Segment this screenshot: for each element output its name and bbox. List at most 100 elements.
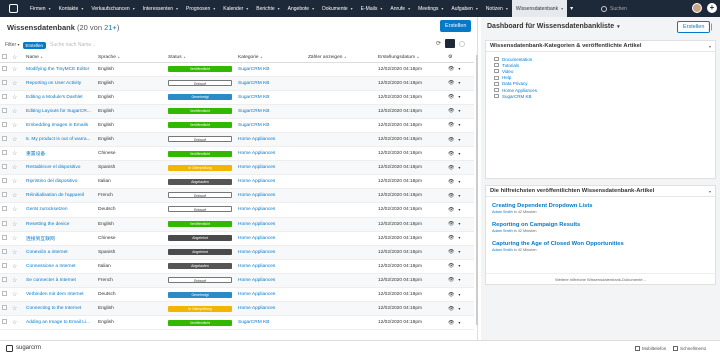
row-checkbox[interactable] <box>2 276 7 282</box>
nav-item[interactable]: E-Mails ▾ <box>357 0 387 17</box>
column-settings-icon[interactable]: ⚙ <box>446 53 474 63</box>
article-title-link[interactable]: Capturing the Age of Closed Won Opportun… <box>492 241 715 247</box>
table-row[interactable]: ☆ Restablecer el dispositivo Spanish In Übe… <box>0 160 474 176</box>
category-link[interactable]: SugarCRM KB <box>238 109 269 114</box>
category-link[interactable]: SugarCRM KB <box>238 67 269 72</box>
chevron-down-icon[interactable]: ▾ <box>561 6 563 11</box>
table-row[interactable]: ☆ 重置设备 Chinese Veröffentlicht Home Appliance… <box>0 146 474 162</box>
category-link[interactable]: Home Appliances <box>238 278 275 283</box>
chevron-down-icon[interactable]: ▾ <box>312 6 314 11</box>
category-link[interactable]: Home Appliances <box>238 137 275 142</box>
column-name[interactable]: Name ▴ <box>24 53 96 63</box>
row-checkbox[interactable] <box>2 291 7 297</box>
dashboard-title[interactable]: Dashboard für Wissensdatenbankliste ▾ <box>487 23 620 30</box>
favorite-star-icon[interactable]: ☆ <box>12 137 17 143</box>
chevron-down-icon[interactable]: ▾ <box>278 6 280 11</box>
row-actions-chevron-icon[interactable]: ▾ <box>458 179 460 184</box>
favorite-star-icon[interactable]: ☆ <box>12 151 17 157</box>
row-actions-chevron-icon[interactable]: ▾ <box>458 207 460 212</box>
table-row[interactable]: ☆ Adding an Image to Email Li... English Ve… <box>0 315 474 331</box>
row-actions-chevron-icon[interactable]: ▾ <box>458 151 460 156</box>
table-row[interactable]: ☆ Reporting on User Activity English Entwur… <box>0 76 474 91</box>
table-row[interactable]: ☆ Se connecter à Internet French Entwurf Hom… <box>0 273 474 289</box>
dashlet-menu-icon[interactable]: ▾ <box>709 189 711 194</box>
author-link[interactable]: Adam Smith <box>492 229 513 233</box>
favorite-star-icon[interactable]: ☆ <box>12 179 17 185</box>
preview-eye-icon[interactable]: 👁 <box>448 235 454 241</box>
favorite-star-icon[interactable]: ☆ <box>12 320 17 326</box>
chevron-down-icon[interactable]: ▾ <box>176 6 178 11</box>
filter-tag-create[interactable]: Erstellen <box>22 41 47 49</box>
chevron-down-icon[interactable]: ▾ <box>476 6 478 11</box>
table-row[interactable]: ☆ Conexión a internet Spanish Abgelehnt Home… <box>0 245 474 260</box>
nav-item[interactable]: Interessenten ▾ <box>139 0 182 17</box>
row-checkbox[interactable] <box>2 121 7 127</box>
preview-eye-icon[interactable]: 👁 <box>448 80 454 86</box>
nav-item[interactable]: Notizen ▾ <box>482 0 512 17</box>
nav-item[interactable]: Aufgaben ▾ <box>447 0 481 17</box>
row-checkbox[interactable] <box>2 93 7 99</box>
shortcuts-link[interactable]: Schnellmenü <box>673 346 706 351</box>
row-actions-chevron-icon[interactable]: ▾ <box>458 292 460 297</box>
category-link[interactable]: Home Appliances <box>238 292 275 297</box>
favorite-star-icon[interactable]: ☆ <box>12 95 17 101</box>
favorite-star-icon[interactable]: ☆ <box>12 67 17 73</box>
favorite-star-icon[interactable]: ☆ <box>12 81 17 87</box>
chevron-down-icon[interactable]: ▾ <box>81 6 83 11</box>
record-name-link[interactable]: Modifying the TinyMCE Editor <box>26 67 89 72</box>
favorite-star-icon[interactable]: ☆ <box>12 193 17 199</box>
chevron-down-icon[interactable]: ▾ <box>506 6 508 11</box>
favorite-star-icon[interactable]: ☆ <box>12 250 17 256</box>
preview-eye-icon[interactable]: 👁 <box>448 122 454 128</box>
record-name-link[interactable]: Verbinden mit dem Internet <box>26 292 84 297</box>
nav-item[interactable]: Verkaufschancen ▾ <box>87 0 138 17</box>
global-search-input[interactable]: Suchen <box>601 4 691 14</box>
record-name-link[interactable]: Adding an Image to Email Li... <box>26 320 90 325</box>
row-actions-chevron-icon[interactable]: ▾ <box>458 221 460 226</box>
footer-logo[interactable]: sugarcrm <box>6 344 41 352</box>
favorite-star-icon[interactable]: ☆ <box>12 165 17 171</box>
row-actions-chevron-icon[interactable]: ▾ <box>458 94 460 99</box>
chevron-down-icon[interactable]: ▾ <box>49 6 51 11</box>
nav-item[interactable]: Meetings ▾ <box>414 0 447 17</box>
column-status[interactable]: Status ▴ <box>166 53 236 63</box>
record-name-link[interactable]: Conexión a internet <box>26 250 68 255</box>
table-row[interactable]: ☆ Resetting the device English Veröffentlic… <box>0 217 474 232</box>
preview-eye-icon[interactable]: 👁 <box>448 179 454 185</box>
user-avatar[interactable] <box>692 3 702 13</box>
author-link[interactable]: Adam Smith <box>492 210 513 214</box>
preview-eye-icon[interactable]: 👁 <box>448 207 454 213</box>
favorite-star-icon[interactable]: ☆ <box>12 109 17 115</box>
preview-eye-icon[interactable]: 👁 <box>448 165 454 171</box>
category-link[interactable]: Home Appliances <box>238 193 275 198</box>
table-row[interactable]: ☆ Connecting to the Internet English In Übe… <box>0 301 474 317</box>
table-row[interactable]: ☆ Réinitialisation de l'appareil French Ent… <box>0 188 474 204</box>
favorite-star-icon[interactable]: ☆ <box>12 207 17 213</box>
record-name-link[interactable]: Resetting the device <box>26 222 69 227</box>
category-link[interactable]: Home Appliances <box>238 236 275 241</box>
row-checkbox[interactable] <box>2 136 7 142</box>
preview-eye-icon[interactable]: 👁 <box>448 263 454 269</box>
table-row[interactable]: ☆ Editing Layouts for SugarCR... English Ve… <box>0 104 474 119</box>
nav-item[interactable]: Angebote ▾ <box>284 0 318 17</box>
record-name-link[interactable]: Connecting to the Internet <box>26 306 81 311</box>
table-row[interactable]: ☆ Editing a Module's Dashlet English Genehm… <box>0 90 474 105</box>
row-actions-chevron-icon[interactable]: ▾ <box>458 66 460 71</box>
mobile-link[interactable]: Mobiltelefon <box>635 346 666 351</box>
record-name-link[interactable]: Ripristino del dispositivo <box>26 179 77 184</box>
category-link[interactable]: SugarCRM KB <box>238 123 269 128</box>
record-name-link[interactable]: 重置设备 <box>26 152 45 157</box>
column-views[interactable]: Zähler anzeigen ▴ <box>306 53 376 63</box>
row-checkbox[interactable] <box>2 305 7 311</box>
count-more-link[interactable]: 21+ <box>104 23 117 32</box>
article-title-link[interactable]: Reporting on Campaign Results <box>492 222 715 228</box>
row-actions-chevron-icon[interactable]: ▾ <box>458 165 460 170</box>
preview-eye-icon[interactable]: 👁 <box>448 66 454 72</box>
favorite-star-icon[interactable]: ☆ <box>12 278 17 284</box>
activity-stream-icon[interactable] <box>459 40 466 47</box>
chevron-down-icon[interactable]: ▾ <box>441 6 443 11</box>
table-row[interactable]: ☆ Modifying the TinyMCE Editor English Verö… <box>0 62 474 77</box>
row-checkbox[interactable] <box>2 248 7 254</box>
preview-eye-icon[interactable]: 👁 <box>448 277 454 283</box>
row-checkbox[interactable] <box>2 150 7 156</box>
